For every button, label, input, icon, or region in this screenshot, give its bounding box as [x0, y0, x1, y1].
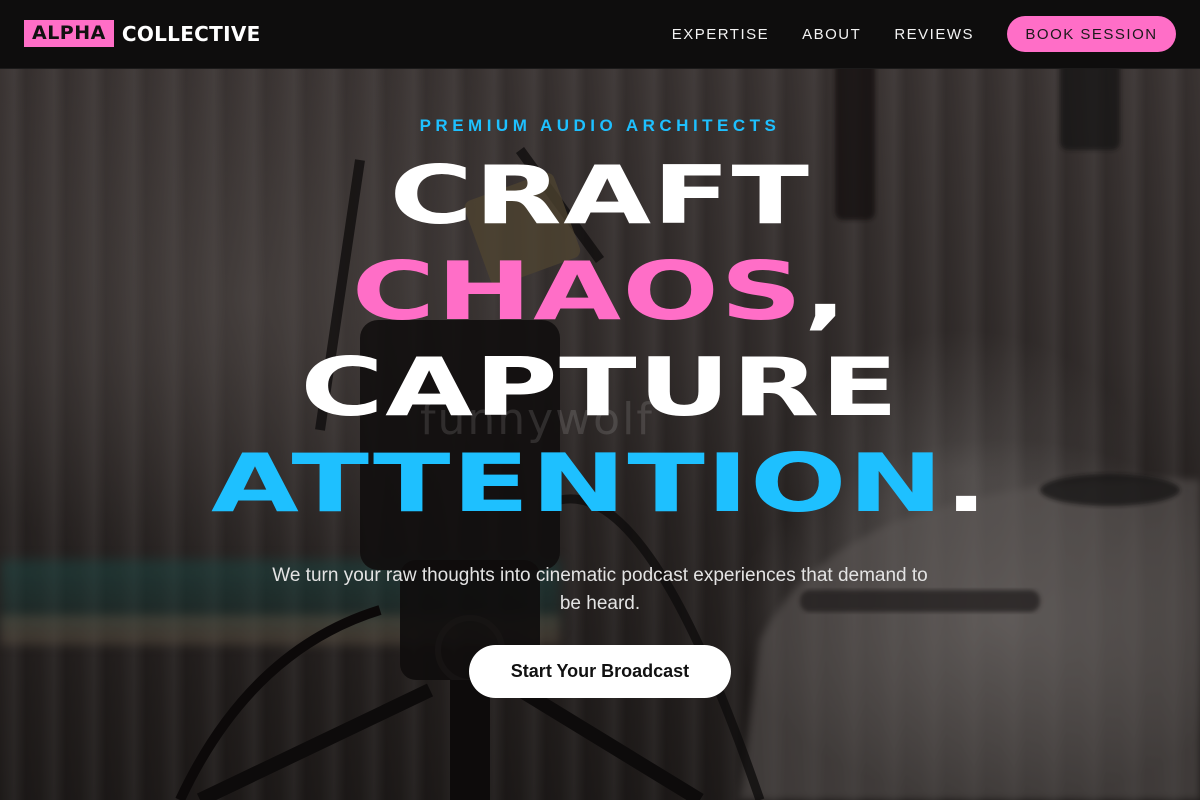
- brand-logo[interactable]: ALPHA COLLECTIVE: [24, 20, 261, 47]
- hero-eyebrow: PREMIUM AUDIO ARCHITECTS: [419, 116, 781, 135]
- hero-section: PREMIUM AUDIO ARCHITECTS funnywolf CRAFT…: [0, 68, 1200, 800]
- nav-link-reviews[interactable]: REVIEWS: [894, 26, 974, 43]
- headline-line-attention: ATTENTION.: [0, 436, 1200, 532]
- nav-link-expertise[interactable]: EXPERTISE: [672, 26, 769, 43]
- headline-comma: ,: [803, 245, 849, 338]
- top-navigation: ALPHA COLLECTIVE EXPERTISE ABOUT REVIEWS…: [0, 0, 1200, 69]
- headline-line-craft: CRAFT: [389, 149, 811, 242]
- nav-link-about[interactable]: ABOUT: [802, 26, 861, 43]
- hero-subtitle: We turn your raw thoughts into cinematic…: [272, 565, 928, 614]
- logo-text: COLLECTIVE: [121, 21, 261, 46]
- headline-period: .: [944, 437, 990, 530]
- headline-word-chaos: CHAOS: [351, 245, 804, 338]
- nav-links: EXPERTISE ABOUT REVIEWS BOOK SESSION: [672, 16, 1176, 52]
- book-session-button[interactable]: BOOK SESSION: [1007, 16, 1176, 52]
- logo-highlight-text: ALPHA: [24, 20, 114, 47]
- headline-line-chaos: CHAOS,: [0, 244, 1200, 340]
- headline-word-attention: ATTENTION: [210, 437, 945, 530]
- landing-page: ALPHA COLLECTIVE EXPERTISE ABOUT REVIEWS…: [0, 0, 1200, 800]
- hero-headline: CRAFT CHAOS, CAPTURE ATTENTION.: [0, 148, 1200, 532]
- start-broadcast-button[interactable]: Start Your Broadcast: [469, 645, 731, 698]
- headline-line-capture: CAPTURE: [300, 341, 900, 434]
